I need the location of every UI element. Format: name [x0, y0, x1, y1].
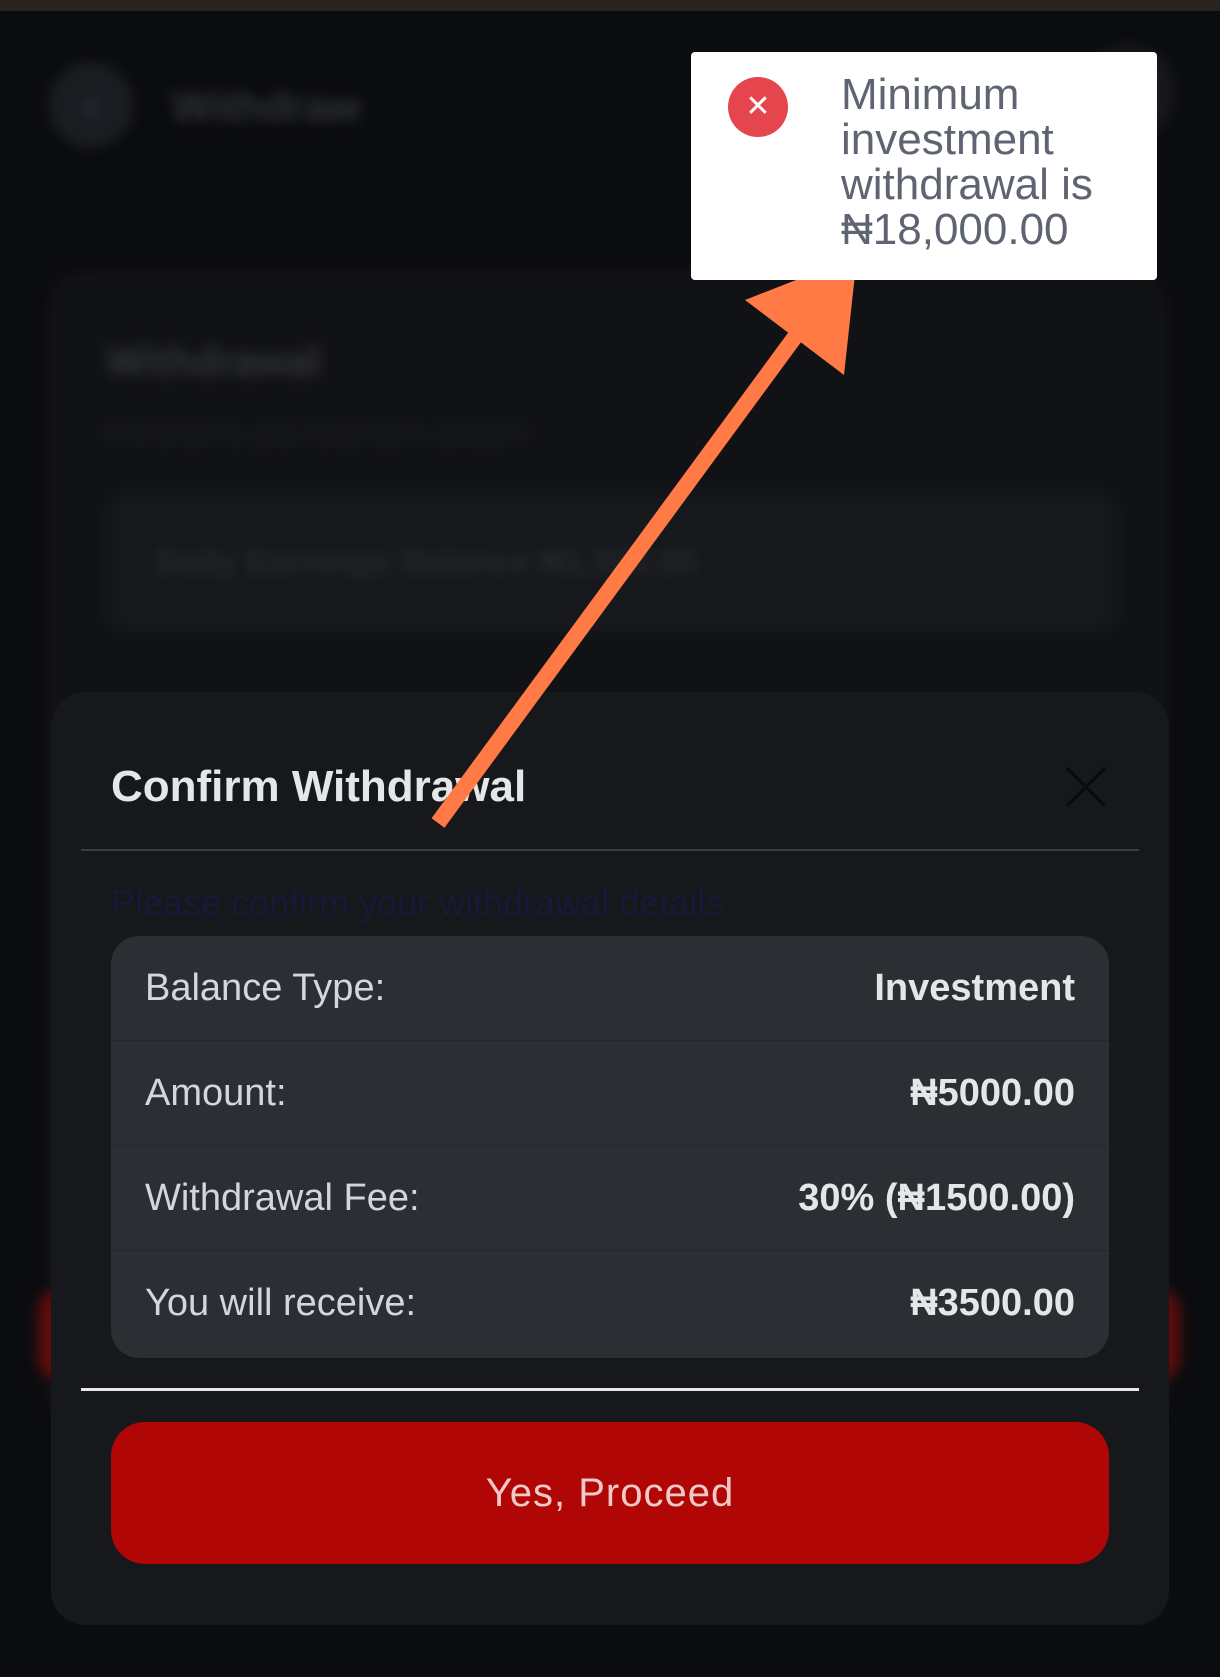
detail-value: 30% (₦1500.00): [798, 1176, 1075, 1219]
detail-row-you-will-receive: You will receive: ₦3500.00: [111, 1251, 1109, 1356]
detail-value: ₦5000.00: [910, 1071, 1075, 1114]
withdrawal-card-title: Withdrawal: [107, 340, 320, 384]
withdrawal-card-subtitle: Withdraw to your local bank account: [107, 418, 525, 448]
error-x-icon[interactable]: ✕: [728, 77, 788, 137]
detail-row-withdrawal-fee: Withdrawal Fee: 30% (₦1500.00): [111, 1146, 1109, 1251]
detail-row-balance-type: Balance Type: Investment: [111, 936, 1109, 1041]
modal-divider-bottom: [81, 1388, 1139, 1391]
close-icon[interactable]: [1061, 762, 1111, 812]
error-toast: ✕ Minimum investment withdrawal is ₦18,0…: [691, 52, 1157, 280]
toast-message: Minimum investment withdrawal is ₦18,000…: [841, 70, 1093, 254]
detail-value: ₦3500.00: [910, 1282, 1075, 1324]
modal-title: Confirm Withdrawal: [111, 762, 527, 811]
balance-type-select[interactable]: Daily Earnings Balance ₦1,500.00 ⌄: [107, 492, 1117, 632]
detail-value: Investment: [874, 966, 1075, 1009]
detail-label: Withdrawal Fee:: [145, 1176, 420, 1219]
detail-label: Amount:: [145, 1071, 287, 1114]
balance-type-select-value: Daily Earnings Balance ₦1,500.00: [155, 542, 698, 581]
page-title: Withdraw: [172, 83, 361, 130]
withdrawal-details: Balance Type: Investment Amount: ₦5000.0…: [111, 936, 1109, 1358]
chevron-down-icon: ⌄: [1043, 545, 1069, 579]
back-button[interactable]: ‹: [48, 62, 134, 148]
modal-divider: [81, 849, 1139, 851]
screen: ‹ Withdraw Withdrawal Withdraw to your l…: [0, 0, 1220, 1677]
modal-subtitle: Please confirm your withdrawal details: [111, 882, 724, 923]
detail-label: Balance Type:: [145, 966, 386, 1009]
detail-label: You will receive:: [145, 1282, 417, 1324]
chevron-left-icon: ‹: [84, 83, 98, 127]
confirm-withdrawal-modal: Confirm Withdrawal Please confirm your w…: [51, 692, 1169, 1625]
proceed-button[interactable]: Yes, Proceed: [111, 1422, 1109, 1564]
detail-row-amount: Amount: ₦5000.00: [111, 1041, 1109, 1146]
